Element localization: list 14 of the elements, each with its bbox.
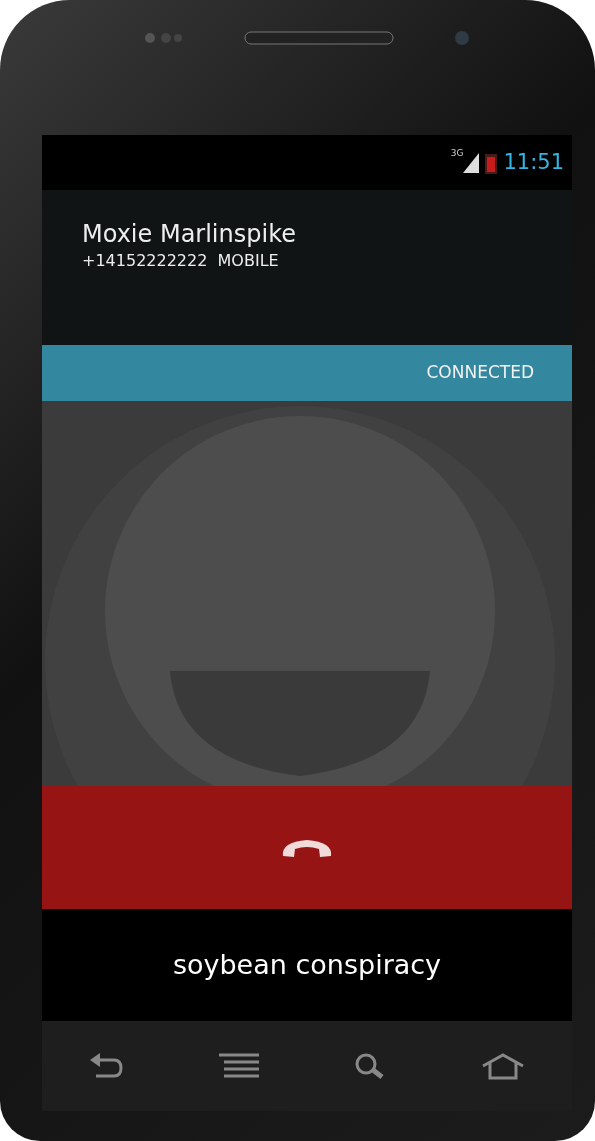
- signal-icon: [463, 152, 480, 173]
- contact-name: Moxie Marlinspike: [82, 220, 297, 249]
- home-icon: [480, 1052, 525, 1080]
- sas-phrase: soybean conspiracy: [172, 947, 442, 982]
- clock: 11:51: [503, 148, 564, 176]
- search-icon: [353, 1052, 386, 1080]
- phone-number: +14152222222 MOBILE: [82, 249, 280, 272]
- camera-icon: [454, 29, 470, 46]
- sensor-icon: [144, 31, 184, 44]
- battery-icon: [485, 151, 498, 174]
- menu-icon: [218, 1053, 259, 1079]
- network-type: 3G: [450, 149, 464, 158]
- call-status: CONNECTED: [426, 361, 534, 385]
- back-icon: [89, 1053, 124, 1079]
